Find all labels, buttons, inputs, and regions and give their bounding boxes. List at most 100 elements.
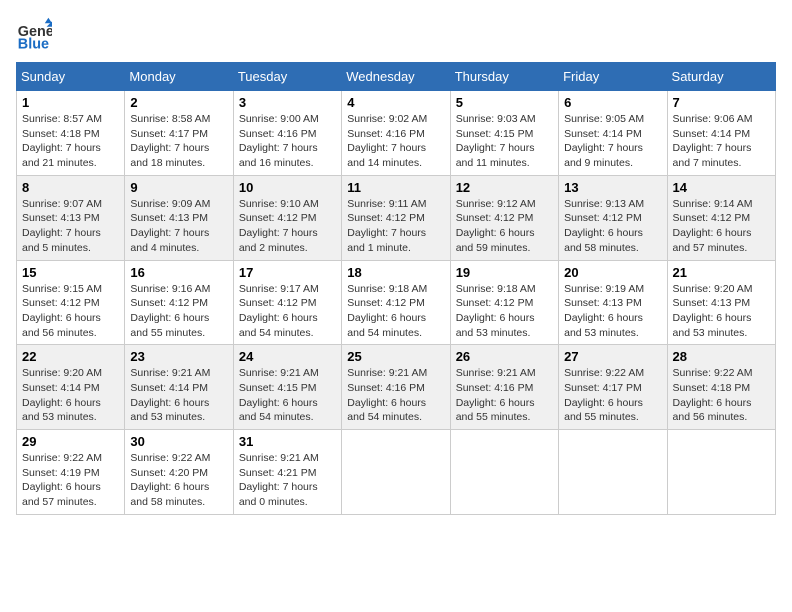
day-info: Sunrise: 9:18 AMSunset: 4:12 PMDaylight:…: [347, 282, 444, 341]
calendar-week-row: 1 Sunrise: 8:57 AMSunset: 4:18 PMDaylight…: [17, 91, 776, 176]
calendar-cell: [667, 430, 775, 515]
calendar-cell: 1 Sunrise: 8:57 AMSunset: 4:18 PMDaylight…: [17, 91, 125, 176]
day-info: Sunrise: 8:57 AMSunset: 4:18 PMDaylight:…: [22, 112, 119, 171]
calendar-cell: 29 Sunrise: 9:22 AMSunset: 4:19 PMDayligh…: [17, 430, 125, 515]
day-info: Sunrise: 9:02 AMSunset: 4:16 PMDaylight:…: [347, 112, 444, 171]
calendar-cell: 11 Sunrise: 9:11 AMSunset: 4:12 PMDayligh…: [342, 175, 450, 260]
calendar-cell: 21 Sunrise: 9:20 AMSunset: 4:13 PMDayligh…: [667, 260, 775, 345]
calendar-cell: 25 Sunrise: 9:21 AMSunset: 4:16 PMDayligh…: [342, 345, 450, 430]
day-info: Sunrise: 9:20 AMSunset: 4:13 PMDaylight:…: [673, 282, 770, 341]
day-number: 8: [22, 180, 119, 195]
day-number: 7: [673, 95, 770, 110]
day-number: 5: [456, 95, 553, 110]
day-info: Sunrise: 9:21 AMSunset: 4:16 PMDaylight:…: [347, 366, 444, 425]
day-number: 1: [22, 95, 119, 110]
calendar-cell: 16 Sunrise: 9:16 AMSunset: 4:12 PMDayligh…: [125, 260, 233, 345]
day-number: 11: [347, 180, 444, 195]
calendar-cell: 30 Sunrise: 9:22 AMSunset: 4:20 PMDayligh…: [125, 430, 233, 515]
calendar-cell: 27 Sunrise: 9:22 AMSunset: 4:17 PMDayligh…: [559, 345, 667, 430]
day-info: Sunrise: 9:22 AMSunset: 4:20 PMDaylight:…: [130, 451, 227, 510]
day-number: 25: [347, 349, 444, 364]
day-number: 22: [22, 349, 119, 364]
calendar-cell: 28 Sunrise: 9:22 AMSunset: 4:18 PMDayligh…: [667, 345, 775, 430]
day-number: 12: [456, 180, 553, 195]
calendar: SundayMondayTuesdayWednesdayThursdayFrid…: [16, 62, 776, 515]
day-number: 6: [564, 95, 661, 110]
calendar-cell: 8 Sunrise: 9:07 AMSunset: 4:13 PMDaylight…: [17, 175, 125, 260]
day-number: 30: [130, 434, 227, 449]
day-info: Sunrise: 9:03 AMSunset: 4:15 PMDaylight:…: [456, 112, 553, 171]
day-info: Sunrise: 9:22 AMSunset: 4:18 PMDaylight:…: [673, 366, 770, 425]
calendar-cell: 17 Sunrise: 9:17 AMSunset: 4:12 PMDayligh…: [233, 260, 341, 345]
day-number: 24: [239, 349, 336, 364]
day-number: 31: [239, 434, 336, 449]
day-info: Sunrise: 9:10 AMSunset: 4:12 PMDaylight:…: [239, 197, 336, 256]
day-number: 29: [22, 434, 119, 449]
calendar-cell: 18 Sunrise: 9:18 AMSunset: 4:12 PMDayligh…: [342, 260, 450, 345]
calendar-header-saturday: Saturday: [667, 63, 775, 91]
day-info: Sunrise: 9:05 AMSunset: 4:14 PMDaylight:…: [564, 112, 661, 171]
calendar-cell: 31Sunrise: 9:21 AMSunset: 4:21 PMDayligh…: [233, 430, 341, 515]
calendar-week-row: 22 Sunrise: 9:20 AMSunset: 4:14 PMDayligh…: [17, 345, 776, 430]
day-info: Sunrise: 9:06 AMSunset: 4:14 PMDaylight:…: [673, 112, 770, 171]
calendar-header-tuesday: Tuesday: [233, 63, 341, 91]
calendar-header-row: SundayMondayTuesdayWednesdayThursdayFrid…: [17, 63, 776, 91]
day-number: 14: [673, 180, 770, 195]
calendar-cell: 4 Sunrise: 9:02 AMSunset: 4:16 PMDaylight…: [342, 91, 450, 176]
day-number: 4: [347, 95, 444, 110]
calendar-header-thursday: Thursday: [450, 63, 558, 91]
calendar-cell: 5 Sunrise: 9:03 AMSunset: 4:15 PMDaylight…: [450, 91, 558, 176]
calendar-header-wednesday: Wednesday: [342, 63, 450, 91]
day-info: Sunrise: 9:13 AMSunset: 4:12 PMDaylight:…: [564, 197, 661, 256]
day-info: Sunrise: 8:58 AMSunset: 4:17 PMDaylight:…: [130, 112, 227, 171]
day-info: Sunrise: 9:22 AMSunset: 4:17 PMDaylight:…: [564, 366, 661, 425]
day-number: 15: [22, 265, 119, 280]
day-number: 17: [239, 265, 336, 280]
svg-text:Blue: Blue: [18, 36, 49, 52]
calendar-week-row: 8 Sunrise: 9:07 AMSunset: 4:13 PMDaylight…: [17, 175, 776, 260]
day-number: 23: [130, 349, 227, 364]
calendar-cell: 19Sunrise: 9:18 AMSunset: 4:12 PMDayligh…: [450, 260, 558, 345]
calendar-cell: [450, 430, 558, 515]
logo: General Blue: [16, 16, 56, 52]
day-number: 18: [347, 265, 444, 280]
day-number: 28: [673, 349, 770, 364]
day-number: 21: [673, 265, 770, 280]
calendar-cell: 9Sunrise: 9:09 AMSunset: 4:13 PMDaylight…: [125, 175, 233, 260]
calendar-cell: [559, 430, 667, 515]
day-info: Sunrise: 9:07 AMSunset: 4:13 PMDaylight:…: [22, 197, 119, 256]
day-info: Sunrise: 9:11 AMSunset: 4:12 PMDaylight:…: [347, 197, 444, 256]
day-number: 16: [130, 265, 227, 280]
calendar-header-friday: Friday: [559, 63, 667, 91]
calendar-header-monday: Monday: [125, 63, 233, 91]
day-info: Sunrise: 9:17 AMSunset: 4:12 PMDaylight:…: [239, 282, 336, 341]
calendar-cell: 7 Sunrise: 9:06 AMSunset: 4:14 PMDaylight…: [667, 91, 775, 176]
day-info: Sunrise: 9:20 AMSunset: 4:14 PMDaylight:…: [22, 366, 119, 425]
calendar-cell: 10Sunrise: 9:10 AMSunset: 4:12 PMDayligh…: [233, 175, 341, 260]
day-info: Sunrise: 9:18 AMSunset: 4:12 PMDaylight:…: [456, 282, 553, 341]
calendar-cell: 6 Sunrise: 9:05 AMSunset: 4:14 PMDaylight…: [559, 91, 667, 176]
day-info: Sunrise: 9:00 AMSunset: 4:16 PMDaylight:…: [239, 112, 336, 171]
day-info: Sunrise: 9:21 AMSunset: 4:14 PMDaylight:…: [130, 366, 227, 425]
calendar-cell: 23 Sunrise: 9:21 AMSunset: 4:14 PMDayligh…: [125, 345, 233, 430]
day-info: Sunrise: 9:09 AMSunset: 4:13 PMDaylight:…: [130, 197, 227, 256]
day-number: 3: [239, 95, 336, 110]
calendar-cell: 3 Sunrise: 9:00 AMSunset: 4:16 PMDaylight…: [233, 91, 341, 176]
day-number: 2: [130, 95, 227, 110]
header: General Blue: [16, 16, 776, 52]
day-info: Sunrise: 9:14 AMSunset: 4:12 PMDaylight:…: [673, 197, 770, 256]
day-number: 20: [564, 265, 661, 280]
day-info: Sunrise: 9:21 AMSunset: 4:16 PMDaylight:…: [456, 366, 553, 425]
day-info: Sunrise: 9:22 AMSunset: 4:19 PMDaylight:…: [22, 451, 119, 510]
day-info: Sunrise: 9:12 AMSunset: 4:12 PMDaylight:…: [456, 197, 553, 256]
calendar-cell: 26Sunrise: 9:21 AMSunset: 4:16 PMDayligh…: [450, 345, 558, 430]
calendar-cell: 13Sunrise: 9:13 AMSunset: 4:12 PMDayligh…: [559, 175, 667, 260]
day-info: Sunrise: 9:19 AMSunset: 4:13 PMDaylight:…: [564, 282, 661, 341]
calendar-week-row: 15Sunrise: 9:15 AMSunset: 4:12 PMDayligh…: [17, 260, 776, 345]
day-number: 27: [564, 349, 661, 364]
logo-icon: General Blue: [16, 16, 52, 52]
calendar-cell: 15Sunrise: 9:15 AMSunset: 4:12 PMDayligh…: [17, 260, 125, 345]
calendar-header-sunday: Sunday: [17, 63, 125, 91]
day-info: Sunrise: 9:16 AMSunset: 4:12 PMDaylight:…: [130, 282, 227, 341]
calendar-cell: [342, 430, 450, 515]
